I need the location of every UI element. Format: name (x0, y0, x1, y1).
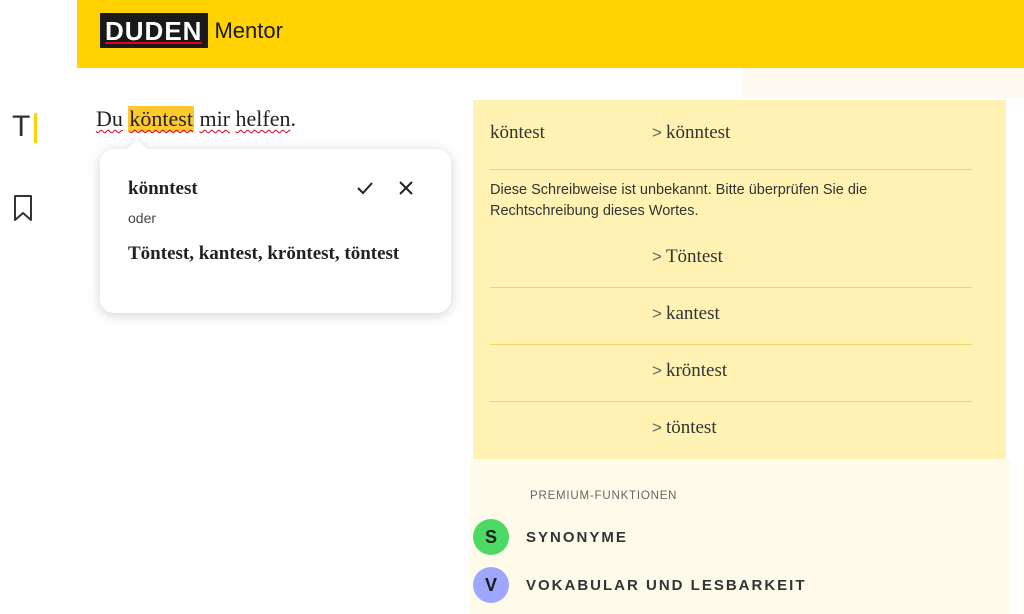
synonyme-icon: S (473, 519, 509, 555)
text-cursor-icon[interactable]: T (12, 110, 42, 144)
logo-product: Mentor (214, 17, 283, 43)
editor-word-error-highlighted[interactable]: köntest (128, 106, 194, 132)
chevron-right-icon: > (652, 418, 662, 437)
chevron-right-icon: > (652, 361, 662, 380)
suggestion-panel: köntest > könntest Diese Schreibweise ist… (473, 100, 1006, 459)
header-strip (742, 68, 1024, 98)
check-icon[interactable] (354, 177, 376, 199)
correction-popup: könntest oder Töntest, kantest, kröntest… (100, 149, 451, 313)
close-icon[interactable] (395, 177, 417, 199)
premium-title: PREMIUM-FUNKTIONEN (530, 490, 678, 502)
chevron-right-icon: > (652, 304, 662, 323)
alternative-suggestion[interactable]: > kröntest (652, 360, 727, 382)
alternative-row[interactable]: > Töntest (490, 231, 972, 288)
popup-or-label: oder (128, 210, 157, 226)
vokabular-icon: V (473, 567, 509, 603)
alternative-suggestion[interactable]: > kantest (652, 303, 720, 325)
alternative-row[interactable]: > töntest (490, 402, 972, 459)
alternative-row[interactable]: > kröntest (490, 345, 972, 402)
alternative-row[interactable]: > kantest (490, 288, 972, 345)
original-word: köntest (490, 122, 545, 143)
bookmark-icon[interactable] (13, 194, 33, 227)
editor-word[interactable]: mir (199, 106, 230, 132)
alternative-suggestion[interactable]: > töntest (652, 417, 717, 439)
panel-correction-row[interactable]: köntest > könntest (490, 100, 972, 170)
chevron-right-icon: > (652, 123, 662, 142)
duden-mentor-logo[interactable]: DUDEN Mentor (100, 13, 283, 48)
editor-word[interactable]: helfen (236, 106, 291, 132)
feature-vokabular[interactable]: V VOKABULAR UND LESBARKEIT (473, 567, 807, 603)
panel-message: Diese Schreibweise ist unbekannt. Bitte … (490, 182, 868, 219)
editor-text[interactable]: Du köntest mir helfen. (96, 106, 296, 132)
feature-label: VOKABULAR UND LESBARKEIT (526, 576, 807, 594)
popup-suggestion[interactable]: könntest (128, 178, 198, 200)
app-header: DUDEN Mentor (77, 0, 1024, 68)
logo-brand: DUDEN (100, 13, 209, 48)
main-suggestion[interactable]: > könntest (652, 122, 730, 144)
popup-alternatives[interactable]: Töntest, kantest, kröntest, töntest (128, 241, 408, 267)
feature-synonyme[interactable]: S SYNONYME (473, 519, 628, 555)
premium-section: PREMIUM-FUNKTIONEN S SYNONYME V VOKABULA… (470, 459, 1010, 614)
chevron-right-icon: > (652, 247, 662, 266)
feature-label: SYNONYME (526, 528, 628, 546)
editor-punctuation: . (290, 106, 296, 131)
alternative-suggestion[interactable]: > Töntest (652, 246, 723, 268)
editor-word[interactable]: Du (96, 106, 123, 132)
